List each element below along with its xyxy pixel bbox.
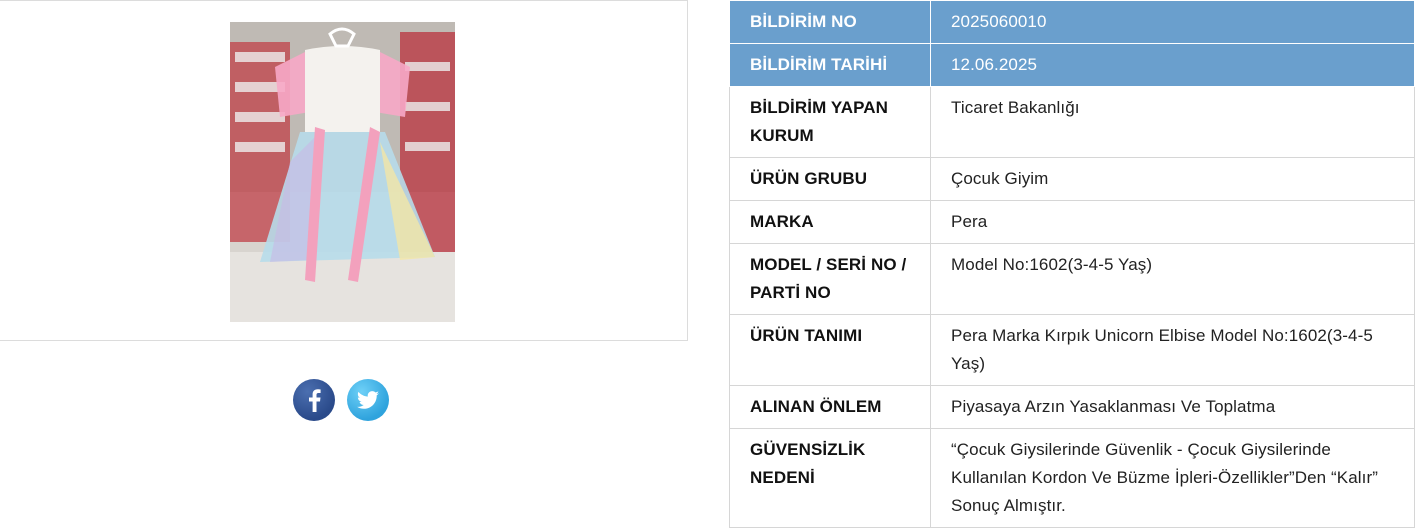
row-label: MARKA: [729, 200, 931, 244]
row-value: Pera: [930, 200, 1415, 244]
facebook-icon: [309, 389, 321, 412]
facebook-share-button[interactable]: [293, 379, 335, 421]
row-value: Piyasaya Arzın Yasaklanması Ve Toplatma: [930, 385, 1415, 429]
dress-photo-icon: [230, 22, 455, 322]
product-photo[interactable]: [230, 22, 455, 322]
row-value: Model No:1602(3-4-5 Yaş): [930, 243, 1415, 315]
table-row: ALINAN ÖNLEM Piyasaya Arzın Yasaklanması…: [729, 385, 1415, 429]
product-image-frame: [0, 0, 688, 341]
row-value: 12.06.2025: [930, 43, 1415, 87]
notification-details-table: BİLDİRİM NO 2025060010 BİLDİRİM TARİHİ 1…: [729, 0, 1415, 528]
table-row: GÜVENSİZLİK NEDENİ “Çocuk Giysilerinde G…: [729, 428, 1415, 528]
twitter-share-button[interactable]: [347, 379, 389, 421]
row-label: BİLDİRİM TARİHİ: [729, 43, 931, 87]
row-label: GÜVENSİZLİK NEDENİ: [729, 428, 931, 528]
row-value: “Çocuk Giysilerinde Güvenlik - Çocuk Giy…: [930, 428, 1415, 528]
twitter-icon: [357, 391, 379, 409]
row-value: Çocuk Giyim: [930, 157, 1415, 201]
row-value: Pera Marka Kırpık Unicorn Elbise Model N…: [930, 314, 1415, 386]
table-row: BİLDİRİM NO 2025060010: [729, 0, 1415, 44]
table-row: MODEL / SERİ NO / PARTİ NO Model No:1602…: [729, 243, 1415, 315]
share-buttons: [293, 379, 389, 421]
row-label: ÜRÜN TANIMI: [729, 314, 931, 386]
table-row: ÜRÜN TANIMI Pera Marka Kırpık Unicorn El…: [729, 314, 1415, 386]
row-label: ALINAN ÖNLEM: [729, 385, 931, 429]
row-label: ÜRÜN GRUBU: [729, 157, 931, 201]
row-value: 2025060010: [930, 0, 1415, 44]
table-row: ÜRÜN GRUBU Çocuk Giyim: [729, 157, 1415, 201]
table-row: MARKA Pera: [729, 200, 1415, 244]
row-value: Ticaret Bakanlığı: [930, 86, 1415, 158]
table-row: BİLDİRİM TARİHİ 12.06.2025: [729, 43, 1415, 87]
table-row: BİLDİRİM YAPAN KURUM Ticaret Bakanlığı: [729, 86, 1415, 158]
row-label: BİLDİRİM YAPAN KURUM: [729, 86, 931, 158]
row-label: BİLDİRİM NO: [729, 0, 931, 44]
row-label: MODEL / SERİ NO / PARTİ NO: [729, 243, 931, 315]
